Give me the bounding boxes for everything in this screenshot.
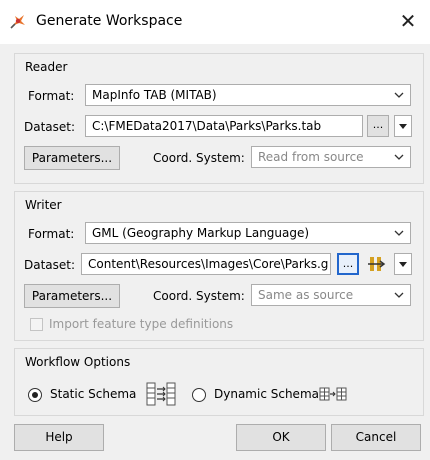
- dynamic-schema-label: Dynamic Schema: [214, 387, 319, 401]
- reader-format-label: Format:: [28, 89, 75, 103]
- help-button[interactable]: Help: [14, 424, 104, 451]
- reader-coord-select[interactable]: Read from source: [251, 146, 411, 168]
- reader-coord-label: Coord. System:: [153, 151, 245, 165]
- dynamic-schema-icon: [319, 387, 347, 401]
- writer-dataset-input[interactable]: [81, 253, 331, 275]
- static-schema-label: Static Schema: [50, 387, 137, 401]
- writer-format-select[interactable]: GML (Geography Markup Language): [85, 222, 411, 244]
- reader-format-value: MapInfo TAB (MITAB): [92, 88, 217, 102]
- chevron-down-icon: [394, 292, 404, 298]
- writer-coord-value: Same as source: [258, 288, 354, 302]
- writer-coord-label: Coord. System:: [153, 289, 245, 303]
- writer-format-value: GML (Geography Markup Language): [92, 226, 310, 240]
- reader-dataset-dropdown[interactable]: [394, 115, 412, 137]
- chevron-down-icon: [394, 92, 404, 98]
- reader-dataset-input[interactable]: [85, 115, 363, 137]
- writer-browse-button[interactable]: ...: [337, 253, 359, 275]
- reader-coord-value: Read from source: [258, 150, 364, 164]
- close-button[interactable]: ✕: [392, 6, 424, 38]
- reader-group: Reader Format: MapInfo TAB (MITAB) Datas…: [14, 53, 424, 184]
- cancel-button[interactable]: Cancel: [331, 424, 421, 451]
- reader-parameters-button[interactable]: Parameters...: [24, 146, 120, 170]
- reader-dataset-label: Dataset:: [24, 120, 76, 134]
- chevron-down-icon: [394, 230, 404, 236]
- window-title: Generate Workspace: [36, 13, 183, 29]
- ok-button[interactable]: OK: [236, 424, 326, 451]
- import-feature-types-label: Import feature type definitions: [49, 317, 234, 331]
- fme-workbench-icon: [10, 15, 25, 29]
- writer-coord-select[interactable]: Same as source: [251, 284, 411, 306]
- writer-format-label: Format:: [28, 227, 75, 241]
- writer-save-options-button[interactable]: [365, 253, 387, 275]
- writer-dataset-label: Dataset:: [24, 258, 76, 272]
- import-feature-types-checkbox[interactable]: [30, 318, 43, 331]
- reader-group-title: Reader: [25, 60, 68, 74]
- workflow-options-title: Workflow Options: [25, 355, 131, 369]
- writer-dataset-dropdown[interactable]: [394, 253, 412, 275]
- reader-format-select[interactable]: MapInfo TAB (MITAB): [85, 84, 411, 106]
- chevron-down-icon: [399, 262, 407, 267]
- static-schema-icon: [146, 382, 176, 406]
- chevron-down-icon: [394, 154, 404, 160]
- dynamic-schema-radio[interactable]: [192, 388, 206, 402]
- writer-group: Writer Format: GML (Geography Markup Lan…: [14, 191, 424, 341]
- writer-parameters-button[interactable]: Parameters...: [24, 284, 120, 308]
- writer-options-icon: [368, 257, 386, 271]
- reader-browse-button[interactable]: ...: [367, 115, 389, 137]
- chevron-down-icon: [399, 124, 407, 129]
- title-bar: Generate Workspace ✕: [0, 0, 430, 44]
- writer-group-title: Writer: [25, 198, 62, 212]
- static-schema-radio[interactable]: [28, 388, 42, 402]
- workflow-options-group: Workflow Options Static Schema Dynamic S…: [14, 348, 424, 416]
